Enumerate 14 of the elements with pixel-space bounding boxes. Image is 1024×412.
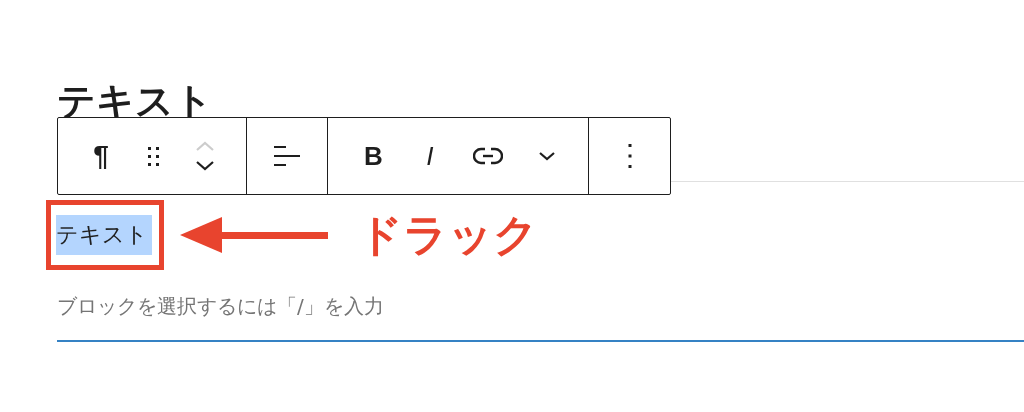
link-icon[interactable]: [472, 147, 503, 165]
heading-text: テキスト: [57, 78, 214, 124]
move-down-icon[interactable]: [195, 160, 216, 172]
arrow-icon: [180, 215, 330, 255]
bold-button[interactable]: B: [359, 139, 387, 173]
align-icon[interactable]: [273, 144, 302, 168]
placeholder-text[interactable]: ブロックを選択するには「/」を入力: [57, 292, 384, 320]
options-icon[interactable]: [626, 143, 633, 169]
paragraph-text[interactable]: テキスト: [56, 215, 152, 255]
chevron-down-icon[interactable]: [538, 151, 557, 161]
drag-handle-icon[interactable]: [146, 144, 161, 168]
italic-button[interactable]: I: [422, 139, 438, 173]
paragraph-button[interactable]: ¶: [89, 139, 113, 173]
annotation-label: ドラック: [358, 207, 538, 262]
